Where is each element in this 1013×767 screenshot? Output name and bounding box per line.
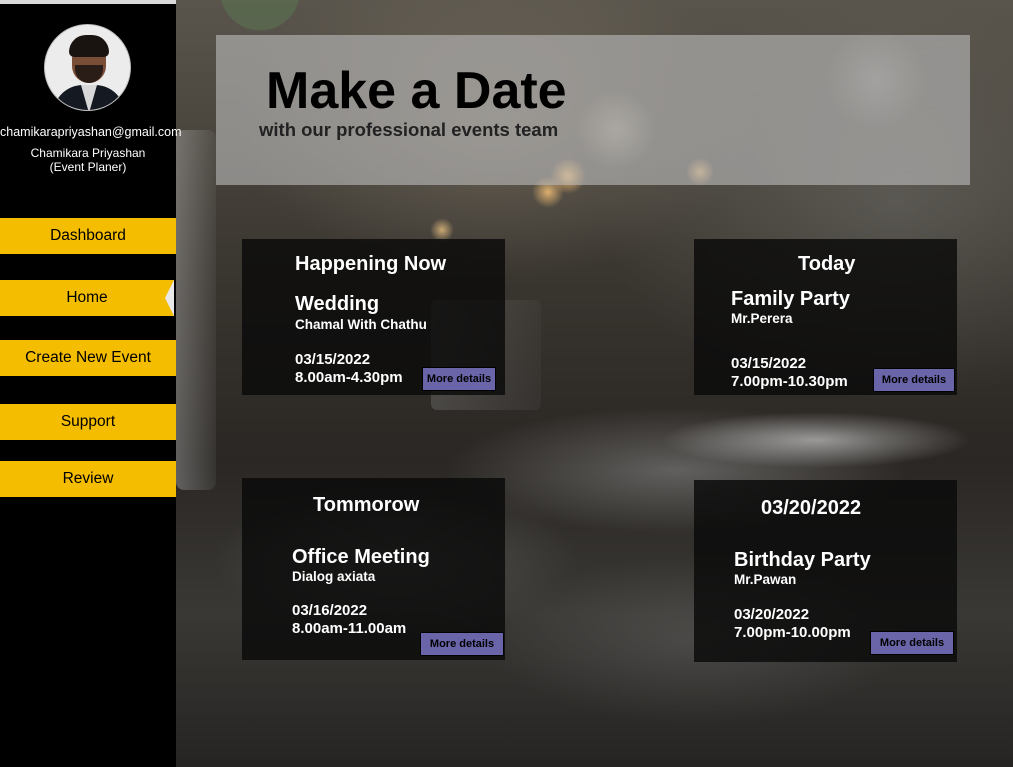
event-host: Mr.Perera <box>731 311 793 326</box>
event-host: Chamal With Chathu <box>295 317 427 332</box>
nav-review-label: Review <box>62 470 114 487</box>
event-time: 8.00am-4.30pm <box>295 369 403 386</box>
more-details-button[interactable]: More details <box>420 632 504 656</box>
event-name: Family Party <box>731 288 850 310</box>
nav-home-label: Home <box>66 289 108 306</box>
event-card-happening-now: Happening Now Wedding Chamal With Chathu… <box>242 239 505 395</box>
event-host: Mr.Pawan <box>734 572 797 587</box>
nav-dashboard[interactable]: Dashboard <box>0 218 176 254</box>
event-name: Birthday Party <box>734 549 871 571</box>
card-heading: Today <box>798 253 856 275</box>
event-name: Wedding <box>295 293 380 315</box>
event-name: Office Meeting <box>292 546 430 568</box>
nav-support[interactable]: Support <box>0 404 176 440</box>
event-card-upcoming: 03/20/2022 Birthday Party Mr.Pawan 03/20… <box>694 480 957 662</box>
header-banner: Make a Date with our professional events… <box>216 35 970 185</box>
event-time: 8.00am-11.00am <box>292 620 407 637</box>
event-datetime: 03/15/2022 7.00pm-10.30pm <box>731 355 848 391</box>
more-details-button[interactable]: More details <box>873 368 955 392</box>
nav-create-label: Create New Event <box>25 349 151 366</box>
leaf-decoration <box>212 0 300 38</box>
event-datetime: 03/20/2022 7.00pm-10.00pm <box>734 606 851 642</box>
event-date: 03/15/2022 <box>731 355 807 372</box>
event-date: 03/16/2022 <box>292 602 368 619</box>
nav-support-label: Support <box>60 413 116 430</box>
event-time: 7.00pm-10.00pm <box>734 624 851 641</box>
event-card-tomorrow: Tommorow Office Meeting Dialog axiata 03… <box>242 478 505 660</box>
nav-dashboard-label: Dashboard <box>50 227 126 244</box>
user-email: chamikarapriyashan@gmail.com <box>0 125 182 139</box>
more-details-button[interactable]: More details <box>870 631 954 655</box>
event-date: 03/20/2022 <box>734 606 810 623</box>
user-role: (Event Planer) <box>49 160 127 174</box>
card-heading: 03/20/2022 <box>761 497 862 519</box>
glass-bottle-decoration <box>176 130 216 490</box>
card-heading: Tommorow <box>313 494 420 516</box>
event-datetime: 03/15/2022 8.00am-4.30pm <box>295 351 403 387</box>
avatar[interactable] <box>44 24 131 111</box>
nav-create-new-event[interactable]: Create New Event <box>0 340 176 376</box>
card-heading: Happening Now <box>295 253 447 275</box>
more-details-button[interactable]: More details <box>422 367 496 391</box>
event-date: 03/15/2022 <box>295 351 371 368</box>
page-subtitle: with our professional events team <box>259 119 559 140</box>
nav-review[interactable]: Review <box>0 461 176 497</box>
event-card-today: Today Family Party Mr.Perera 03/15/2022 … <box>694 239 957 395</box>
page-title: Make a Date <box>266 62 567 120</box>
user-name: Chamikara Priyashan <box>30 146 146 160</box>
event-datetime: 03/16/2022 8.00am-11.00am <box>292 602 406 638</box>
sidebar: chamikarapriyashan@gmail.com Chamikara P… <box>0 4 182 767</box>
nav-home[interactable]: Home <box>0 280 174 316</box>
user-name-block: Chamikara Priyashan (Event Planer) <box>0 146 176 174</box>
event-host: Dialog axiata <box>292 569 376 584</box>
event-time: 7.00pm-10.30pm <box>731 373 848 390</box>
